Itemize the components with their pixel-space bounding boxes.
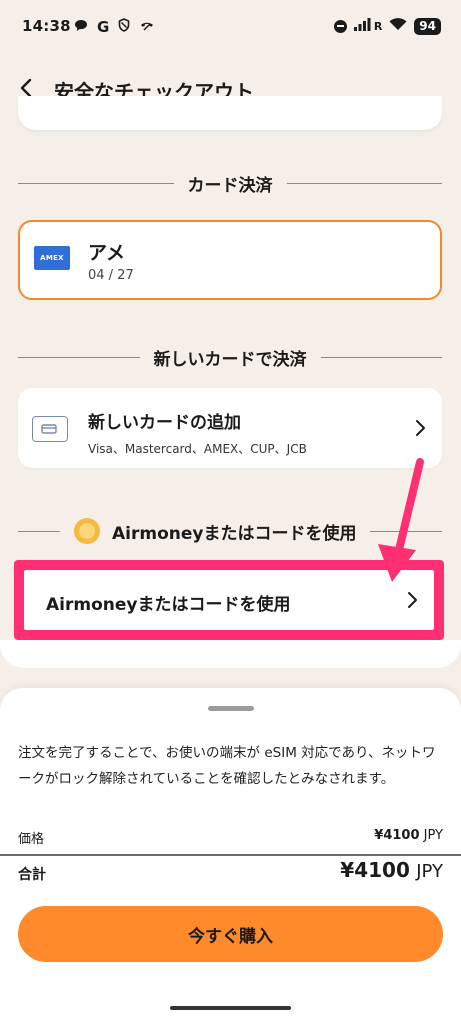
section-title-airmoney: Airmoneyまたはコードを使用 [112,523,357,544]
price-amount: ¥4100 [374,828,420,843]
total-amount: ¥4100 [340,858,410,882]
payment-panel-bottom [0,640,461,668]
price-label: 価格 [18,832,45,847]
total-divider [0,854,461,856]
status-right-icons: R 94 [333,17,441,35]
section-title-new-card: 新しいカードで決済 [153,349,307,370]
previous-section-card [18,96,442,130]
do-not-disturb-icon [333,19,347,33]
home-indicator[interactable] [170,1006,291,1010]
airmoney-highlight-frame: Airmoneyまたはコードを使用 [14,560,444,640]
chat-icon [74,19,88,36]
sheet-drag-handle[interactable] [208,706,254,711]
status-left-icons: G [74,18,155,36]
supported-networks: Visa、Mastercard、AMEX、CUP、JCB [88,442,307,456]
credit-card-icon [32,416,68,442]
chevron-right-icon [416,420,425,436]
order-summary-sheet: 注文を完了することで、お使いの端末が eSIM 対応であり、ネットワークがロック… [0,688,461,1024]
price-value: ¥4100 JPY [374,828,443,843]
total-currency: JPY [416,861,443,882]
card-payment-divider: カード決済 [18,168,442,198]
amex-logo: AMEX [34,246,70,270]
esim-notice: 注文を完了することで、お使いの端末が eSIM 対応であり、ネットワークがロック… [18,745,436,787]
new-card-divider: 新しいカードで決済 [18,342,442,372]
total-label: 合計 [18,867,46,883]
call-icon [139,18,155,36]
section-title-card-payment: カード決済 [187,175,273,196]
airmoney-button-label: Airmoneyまたはコードを使用 [46,595,291,615]
add-card-title: 新しいカードの追加 [88,413,241,433]
chevron-right-icon [408,592,417,608]
google-icon: G [97,18,110,36]
status-bar: 14:38 G R 94 [0,0,461,58]
saved-card-expiry: 04 / 27 [88,268,134,283]
saved-card-option[interactable]: AMEX アメ 04 / 27 [18,220,442,300]
airmoney-divider: Airmoneyまたはコードを使用 [18,516,442,546]
add-new-card-button[interactable]: 新しいカードの追加 Visa、Mastercard、AMEX、CUP、JCB [18,388,442,468]
signal-icon [353,17,372,35]
saved-card-name: アメ [88,242,126,264]
roaming-indicator: R [373,19,383,33]
buy-now-button[interactable]: 今すぐ購入 [18,906,443,962]
status-time: 14:38 [22,17,71,35]
shield-icon [118,18,130,36]
total-value: ¥4100 JPY [340,858,443,882]
battery-icon: 94 [414,17,441,35]
airmoney-code-button[interactable]: Airmoneyまたはコードを使用 [24,570,434,630]
wifi-icon [389,17,407,35]
price-currency: JPY [423,828,443,843]
airmoney-coin-icon [74,518,100,544]
